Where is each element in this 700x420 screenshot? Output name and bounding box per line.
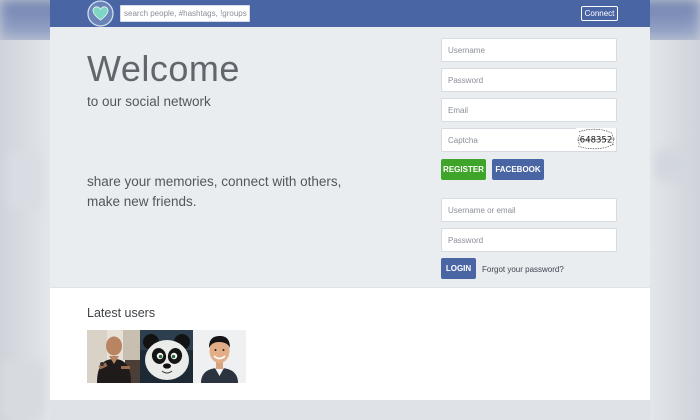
search-input[interactable]: search people, #hashtags, !groups xyxy=(120,5,250,22)
connect-button[interactable]: Connect xyxy=(581,6,618,21)
welcome-subtitle: to our social network xyxy=(87,94,211,109)
heart-logo-icon[interactable] xyxy=(87,0,114,27)
latest-users-heading: Latest users xyxy=(87,306,156,320)
latest-users-list xyxy=(87,330,246,383)
smiling-man-avatar[interactable] xyxy=(193,330,246,383)
footer-bar xyxy=(50,400,650,420)
top-navbar: search people, #hashtags, !groups Connec… xyxy=(50,0,650,27)
captcha-code: 648352 xyxy=(580,136,613,146)
register-username-field[interactable] xyxy=(441,38,617,62)
register-email-field[interactable] xyxy=(441,98,617,122)
main-page: search people, #hashtags, !groups Connec… xyxy=(50,0,650,420)
register-password-field[interactable] xyxy=(441,68,617,92)
man-with-microphone-avatar[interactable] xyxy=(87,330,140,383)
hero-section: Welcome to our social network share your… xyxy=(50,27,650,287)
login-password-field[interactable] xyxy=(441,228,617,252)
forgot-password-link[interactable]: Forgot your password? xyxy=(482,265,564,274)
facebook-button[interactable]: FACEBOOK xyxy=(492,159,544,180)
register-button[interactable]: REGISTER xyxy=(441,159,486,180)
panda-avatar[interactable] xyxy=(140,330,193,383)
login-username-field[interactable] xyxy=(441,198,617,222)
welcome-heading: Welcome xyxy=(87,48,240,89)
latest-users-section: Latest users xyxy=(50,287,650,400)
pitch-text: share your memories, connect with others… xyxy=(87,174,342,209)
captcha-image: 648352 xyxy=(576,128,616,150)
login-button[interactable]: LOGIN xyxy=(441,258,476,279)
